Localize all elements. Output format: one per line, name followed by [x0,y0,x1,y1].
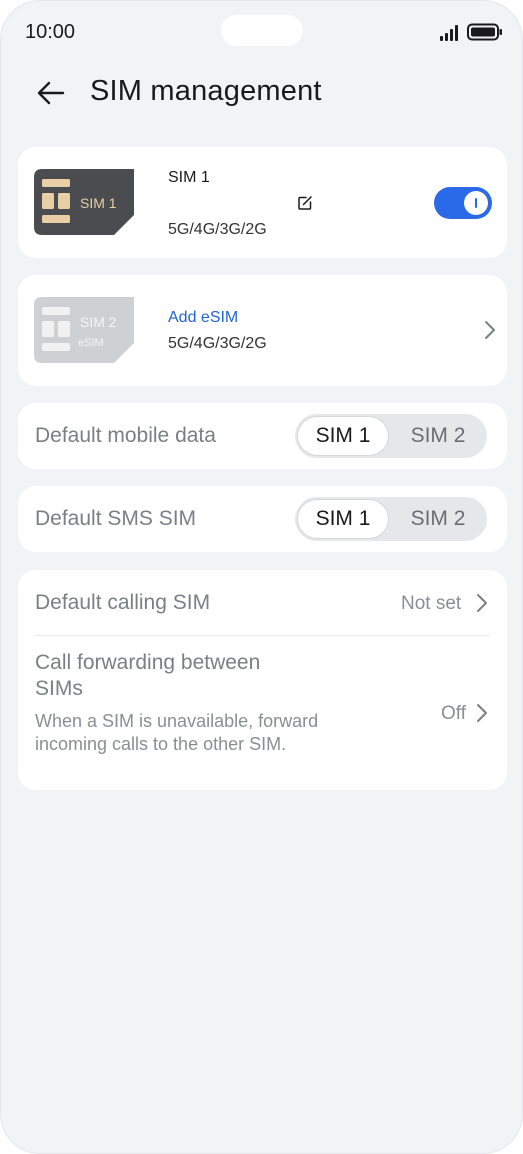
arrow-left-icon[interactable] [35,77,67,109]
call-forwarding-label-line1: Call forwarding between [35,651,261,674]
sim1-card: SIM 1 SIM 1 5G/4G/3G/2G [18,147,507,258]
toggle-knob [464,191,488,215]
default-mobile-data-selector: SIM 1 SIM 2 [295,414,487,458]
sim2-card-sublabel: eSIM [78,337,104,349]
sim1-networks: 5G/4G/3G/2G [168,221,267,238]
app-header: SIM management [1,61,522,125]
battery-icon [467,23,502,41]
status-time: 10:00 [25,21,76,43]
default-sms-row: Default SMS SIM SIM 1 SIM 2 [18,486,507,552]
sim2-card[interactable]: SIM 2 eSIM Add eSIM 5G/4G/3G/2G [18,275,507,386]
sms-option-sim1[interactable]: SIM 1 [298,500,388,538]
edit-icon[interactable] [297,195,313,211]
calling-settings-card: Default calling SIM Not set Call forward… [18,570,507,790]
add-esim-link[interactable]: Add eSIM [168,309,238,327]
sim1-card-icon: SIM 1 [34,169,134,235]
page-title: SIM management [90,75,322,107]
chevron-right-icon [485,321,495,339]
mobile-data-option-sim2[interactable]: SIM 2 [393,417,483,455]
sim2-card-label: SIM 2 [80,314,117,330]
sim2-networks: 5G/4G/3G/2G [168,335,267,352]
sim1-title: SIM 1 [168,169,210,186]
call-forwarding-value: Off [441,703,466,724]
sms-option-sim2[interactable]: SIM 2 [393,500,483,538]
default-calling-label: Default calling SIM [35,591,211,614]
call-forwarding-row[interactable]: Call forwarding between SIMs When a SIM … [18,636,507,790]
phone-screen: 10:00 SIM management SIM 1 SIM 1 5G/4G/3… [0,0,523,1154]
default-calling-row[interactable]: Default calling SIM Not set [18,570,507,635]
sim1-enable-toggle[interactable] [434,187,492,219]
call-forwarding-description: When a SIM is unavailable, forward incom… [35,711,319,754]
default-sms-selector: SIM 1 SIM 2 [295,497,487,541]
default-mobile-data-label: Default mobile data [35,424,216,447]
mobile-data-option-sim1[interactable]: SIM 1 [298,417,388,455]
chevron-right-icon [477,704,487,722]
default-sms-label: Default SMS SIM [35,507,197,530]
chevron-right-icon [477,594,487,612]
sim1-card-label: SIM 1 [80,195,117,211]
call-forwarding-label-line2: SIMs [35,677,83,700]
default-calling-value: Not set [401,593,462,614]
sim2-card-icon: SIM 2 eSIM [34,297,134,363]
signal-icon [440,25,458,41]
status-bar: 10:00 [1,1,522,61]
default-mobile-data-row: Default mobile data SIM 1 SIM 2 [18,403,507,469]
camera-cutout [221,15,303,46]
